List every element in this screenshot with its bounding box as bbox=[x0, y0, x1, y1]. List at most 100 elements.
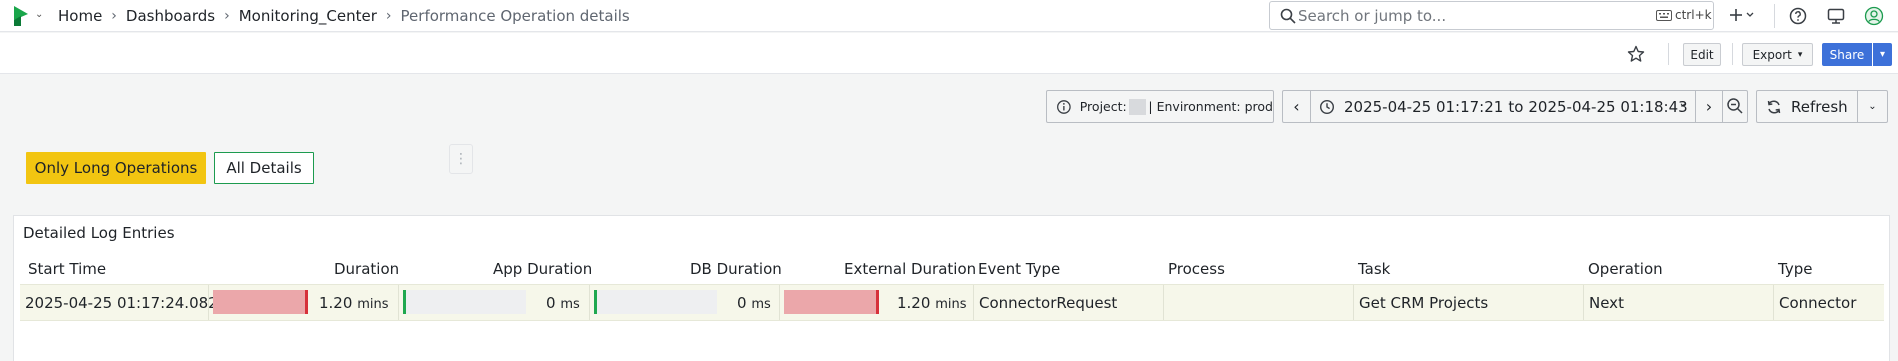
divider bbox=[1668, 43, 1669, 65]
export-button[interactable]: Export ▾ bbox=[1742, 43, 1813, 66]
column-header-process[interactable]: Process bbox=[1168, 260, 1225, 278]
share-options-button[interactable]: ▾ bbox=[1873, 43, 1892, 66]
chevron-down-icon[interactable]: ⌄ bbox=[35, 9, 43, 20]
duration-bar-marker bbox=[305, 290, 308, 314]
project-label: Project: bbox=[1079, 99, 1127, 114]
db-duration-number: 0 bbox=[737, 294, 747, 312]
db-duration-bar bbox=[594, 290, 717, 314]
external-duration-value: 1.20 mins bbox=[897, 294, 966, 312]
user-icon[interactable] bbox=[1864, 6, 1884, 26]
new-menu[interactable] bbox=[1728, 6, 1754, 26]
divider bbox=[973, 285, 974, 320]
divider bbox=[208, 285, 209, 320]
refresh-icon bbox=[1767, 99, 1781, 114]
divider bbox=[1583, 285, 1584, 320]
duration-number: 1.20 bbox=[319, 294, 353, 312]
app-duration-bar bbox=[403, 290, 526, 314]
cell-type: Connector bbox=[1779, 294, 1857, 312]
keyboard-icon bbox=[1656, 10, 1672, 21]
all-details-button[interactable]: All Details bbox=[214, 152, 314, 184]
time-range-picker[interactable]: 2025-04-25 01:17:21 to 2025-04-25 01:18:… bbox=[1311, 91, 1695, 122]
app-duration-number: 0 bbox=[546, 294, 556, 312]
divider bbox=[1163, 285, 1164, 320]
clock-icon bbox=[1319, 99, 1335, 114]
chevron-down-icon: ⌄ bbox=[1868, 101, 1877, 112]
column-header-event-type[interactable]: Event Type bbox=[978, 260, 1060, 278]
search-placeholder: Search or jump to... bbox=[1298, 7, 1447, 25]
time-back-button[interactable]: ‹ bbox=[1283, 91, 1310, 122]
column-header-operation[interactable]: Operation bbox=[1588, 260, 1663, 278]
duration-bar-fill bbox=[213, 290, 308, 314]
refresh-interval-button[interactable]: ⌄ bbox=[1858, 91, 1887, 122]
panel-title: Detailed Log Entries bbox=[23, 224, 175, 242]
db-duration-value: 0 ms bbox=[737, 294, 771, 312]
export-label: Export bbox=[1752, 47, 1792, 62]
time-range-start: 2025-04-25 01:17:21 bbox=[1344, 97, 1504, 116]
cell-operation: Next bbox=[1589, 294, 1624, 312]
help-icon[interactable] bbox=[1788, 6, 1808, 26]
duration-unit: mins bbox=[357, 297, 389, 312]
column-header-duration[interactable]: Duration bbox=[334, 260, 399, 278]
divider bbox=[1353, 285, 1354, 320]
cell-event-type: ConnectorRequest bbox=[979, 294, 1118, 312]
info-icon bbox=[1057, 99, 1071, 114]
search-icon bbox=[1280, 8, 1296, 24]
app-duration-value: 0 ms bbox=[546, 294, 580, 312]
column-header-external-duration[interactable]: External Duration bbox=[844, 260, 976, 278]
top-nav: ⌄ Home › Dashboards › Monitoring_Center … bbox=[0, 0, 1898, 32]
project-environment-picker[interactable]: Project: | Environment: prod bbox=[1046, 90, 1274, 123]
drag-handle-icon[interactable]: ⋮ bbox=[449, 144, 473, 174]
divider bbox=[1774, 4, 1775, 28]
cell-start-time: 2025-04-25 01:17:24.082 bbox=[25, 294, 218, 312]
search-input[interactable]: Search or jump to... ctrl+k bbox=[1269, 1, 1714, 30]
divider bbox=[589, 285, 590, 320]
breadcrumb: Home › Dashboards › Monitoring_Center › … bbox=[58, 6, 630, 26]
log-entries-panel: Detailed Log Entries Start Time Duration… bbox=[13, 215, 1890, 361]
app-logo-icon[interactable] bbox=[12, 6, 30, 26]
time-range-group: ‹ 2025-04-25 01:17:21 to 2025-04-25 01:1… bbox=[1282, 90, 1748, 123]
db-duration-bar-marker bbox=[594, 290, 597, 314]
external-duration-bar bbox=[784, 290, 879, 314]
column-header-task[interactable]: Task bbox=[1358, 260, 1390, 278]
external-duration-unit: mins bbox=[935, 297, 967, 312]
refresh-group: Refresh ⌄ bbox=[1756, 90, 1888, 123]
refresh-button[interactable]: Refresh bbox=[1757, 91, 1857, 122]
column-header-type[interactable]: Type bbox=[1778, 260, 1812, 278]
divider bbox=[398, 285, 399, 320]
breadcrumb-home[interactable]: Home bbox=[58, 7, 102, 25]
edit-button[interactable]: Edit bbox=[1683, 43, 1721, 66]
star-icon[interactable] bbox=[1627, 45, 1645, 63]
chevron-down-icon: ▾ bbox=[1797, 49, 1803, 60]
time-range-end: 2025-04-25 01:18:43 bbox=[1528, 97, 1688, 116]
table-row[interactable]: 2025-04-25 01:17:24.082 1.20 mins 0 ms 0 bbox=[20, 284, 1884, 321]
news-icon[interactable] bbox=[1826, 6, 1846, 26]
external-duration-bar-marker bbox=[876, 290, 879, 314]
app-duration-unit: ms bbox=[560, 297, 580, 312]
chevron-down-icon: ▾ bbox=[1879, 49, 1886, 60]
chevron-left-icon: ‹ bbox=[1293, 97, 1300, 116]
share-button[interactable]: Share bbox=[1822, 43, 1872, 66]
time-forward-button[interactable]: › bbox=[1696, 91, 1722, 122]
column-header-start-time[interactable]: Start Time bbox=[28, 260, 106, 278]
breadcrumb-folder[interactable]: Monitoring_Center bbox=[239, 7, 377, 25]
chevron-right-icon: › bbox=[385, 8, 392, 24]
db-duration-unit: ms bbox=[751, 297, 771, 312]
zoom-out-icon[interactable] bbox=[1726, 97, 1744, 115]
external-duration-number: 1.20 bbox=[897, 294, 931, 312]
duration-value: 1.20 mins bbox=[319, 294, 388, 312]
chevron-right-icon: › bbox=[1705, 97, 1713, 116]
chevron-right-icon: › bbox=[224, 8, 230, 24]
duration-bar bbox=[213, 290, 308, 314]
time-range-to: to bbox=[1508, 97, 1524, 116]
cell-task: Get CRM Projects bbox=[1359, 294, 1489, 312]
refresh-label: Refresh bbox=[1791, 97, 1848, 116]
divider bbox=[1773, 285, 1774, 320]
page-title: Performance Operation details bbox=[400, 7, 630, 25]
plus-icon bbox=[1730, 9, 1754, 21]
column-header-app-duration[interactable]: App Duration bbox=[493, 260, 592, 278]
only-long-operations-button[interactable]: Only Long Operations bbox=[26, 152, 206, 184]
breadcrumb-dashboards[interactable]: Dashboards bbox=[126, 7, 215, 25]
chevron-right-icon: › bbox=[111, 8, 117, 24]
app-duration-bar-marker bbox=[403, 290, 406, 314]
column-header-db-duration[interactable]: DB Duration bbox=[690, 260, 782, 278]
